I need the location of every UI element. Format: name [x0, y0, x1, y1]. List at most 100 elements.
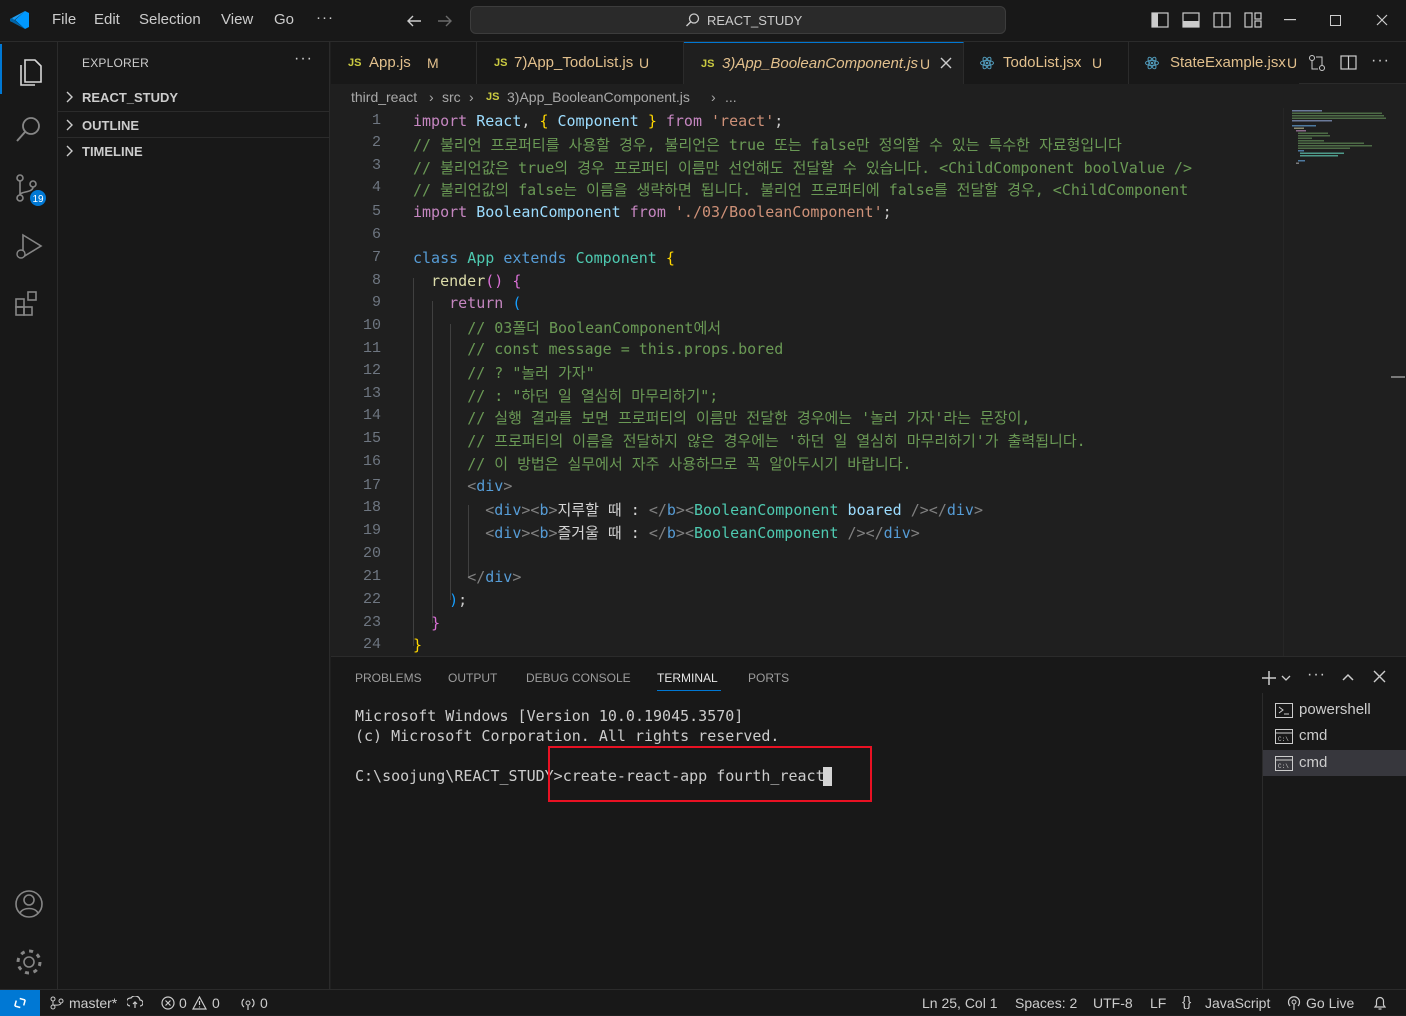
line-number: 22: [362, 591, 381, 608]
scrollbar-thumb[interactable]: [1391, 376, 1405, 378]
split-editor-icon[interactable]: [1340, 54, 1358, 72]
warning-count[interactable]: 0: [212, 995, 220, 1011]
menu-file[interactable]: File: [52, 11, 76, 28]
minimize-icon[interactable]: [1284, 19, 1296, 21]
tab-app-js[interactable]: JS App.js M: [331, 42, 477, 84]
code-line: }: [413, 636, 423, 654]
tab-label: StateExample.jsx: [1170, 54, 1286, 71]
tab-ports[interactable]: PORTS: [748, 671, 789, 685]
forward-arrow-icon[interactable]: [436, 13, 454, 29]
explorer-activity[interactable]: [0, 44, 58, 94]
tab-debug-console[interactable]: DEBUG CONSOLE: [526, 671, 631, 685]
extensions-icon: [15, 291, 37, 316]
code-line: // 실행 결과를 보면 프로퍼티의 이름만 전달한 경우에는 '놀러 가자'라…: [467, 409, 1031, 427]
source-control-icon: 19: [16, 174, 46, 206]
menu-selection[interactable]: Selection: [139, 11, 201, 28]
line-number: 21: [362, 568, 381, 585]
warning-icon: [192, 996, 207, 1010]
command-center-search[interactable]: REACT_STUDY: [470, 6, 1006, 34]
branch-name[interactable]: master*: [69, 995, 117, 1011]
tab-stateexample-jsx[interactable]: StateExample.jsx U: [1129, 42, 1299, 84]
tab-status: U: [1287, 55, 1298, 71]
remote-indicator[interactable]: [0, 990, 40, 1016]
accounts-activity[interactable]: [0, 876, 58, 926]
run-debug-icon: [16, 233, 43, 259]
extensions-activity[interactable]: [0, 276, 58, 326]
terminal-item-label: cmd: [1299, 754, 1328, 771]
section-react-study[interactable]: REACT_STUDY: [58, 84, 330, 110]
back-arrow-icon[interactable]: [405, 13, 423, 29]
line-number: 16: [362, 453, 381, 470]
new-terminal-icon[interactable]: [1260, 669, 1278, 687]
search-icon: [686, 13, 700, 27]
ports-count[interactable]: 0: [260, 995, 268, 1011]
line-number: 18: [362, 499, 381, 516]
encoding[interactable]: UTF-8: [1093, 995, 1133, 1011]
active-tab-underline: [657, 690, 721, 691]
chevron-right-icon: ›: [469, 89, 474, 105]
maximize-panel-icon[interactable]: [1341, 670, 1355, 684]
code-editor[interactable]: 1 2 3 4 5 6 7 8 9 10 11 12 13 14 15 16 17 18 19 20 21 22 23 24 …: [331, 108, 1406, 656]
more-menu-icon[interactable]: ···: [316, 9, 334, 26]
source-control-activity[interactable]: 19: [0, 160, 58, 210]
tab-output[interactable]: OUTPUT: [448, 671, 497, 685]
close-tab-icon[interactable]: [940, 57, 952, 69]
indentation[interactable]: Spaces: 2: [1015, 995, 1077, 1011]
run-debug-activity[interactable]: [0, 218, 58, 268]
line-number: 8: [371, 272, 381, 289]
search-activity[interactable]: [0, 102, 58, 152]
tab-terminal[interactable]: TERMINAL: [657, 671, 718, 685]
breadcrumb-folder[interactable]: src: [442, 89, 461, 105]
breadcrumb-file[interactable]: 3)App_BooleanComponent.js: [507, 89, 690, 105]
chevron-right-icon: ›: [429, 89, 434, 105]
bell-icon[interactable]: [1373, 995, 1387, 1011]
terminal-list: powershell C:\ cmd C:\ cmd: [1262, 693, 1406, 990]
views-more-icon[interactable]: ···: [294, 50, 313, 68]
remote-icon: [14, 997, 26, 1009]
terminal-item-cmd[interactable]: C:\ cmd: [1263, 723, 1406, 749]
code-line: import React, { Component } from 'react'…: [413, 112, 784, 130]
minimap[interactable]: [1283, 108, 1389, 656]
tab-app-todolist[interactable]: JS 7)App_TodoList.js U: [477, 42, 684, 84]
end-of-line[interactable]: LF: [1150, 995, 1166, 1011]
menu-go[interactable]: Go: [274, 11, 294, 28]
open-changes-icon[interactable]: [1308, 54, 1326, 72]
js-file-icon: JS: [701, 58, 715, 70]
tab-problems[interactable]: PROBLEMS: [355, 671, 422, 685]
terminal-item-cmd-active[interactable]: C:\ cmd: [1263, 750, 1406, 776]
manage-activity[interactable]: [0, 934, 58, 984]
menu-edit[interactable]: Edit: [94, 11, 120, 28]
line-number: 23: [362, 614, 381, 631]
chevron-down-icon[interactable]: [1281, 673, 1291, 683]
code-line: // const message = this.props.bored: [467, 340, 784, 358]
code-line: // 불리언값의 false는 이름을 생략하면 됩니다. 불리언 프로퍼티에 …: [413, 181, 1189, 199]
close-panel-icon[interactable]: [1373, 670, 1386, 683]
close-window-icon[interactable]: [1376, 14, 1388, 26]
section-timeline[interactable]: TIMELINE: [58, 137, 330, 163]
tab-status: U: [1092, 55, 1103, 71]
maximize-icon[interactable]: [1330, 15, 1341, 26]
sync-icon[interactable]: [127, 996, 143, 1010]
tab-status: U: [920, 56, 931, 72]
section-outline[interactable]: OUTLINE: [58, 111, 330, 137]
error-count[interactable]: 0: [179, 995, 187, 1011]
code-line: import BooleanComponent from './03/Boole…: [413, 203, 892, 221]
breadcrumb-folder[interactable]: third_react: [351, 89, 417, 105]
toggle-panel-icon[interactable]: [1182, 12, 1200, 28]
breadcrumb-symbols[interactable]: ...: [725, 89, 737, 105]
cursor-position[interactable]: Ln 25, Col 1: [922, 995, 998, 1011]
go-live-button[interactable]: Go Live: [1306, 995, 1354, 1011]
tab-todolist-jsx[interactable]: TodoList.jsx U: [964, 42, 1129, 84]
toggle-secondary-sidebar-icon[interactable]: [1213, 12, 1231, 28]
customize-layout-icon[interactable]: [1244, 12, 1262, 28]
tab-app-boolean-component[interactable]: JS 3)App_BooleanComponent.js U: [684, 42, 964, 85]
terminal-item-powershell[interactable]: powershell: [1263, 697, 1406, 723]
panel-more-icon[interactable]: ···: [1307, 666, 1326, 684]
code-line: class App extends Component {: [413, 249, 675, 267]
editor-more-icon[interactable]: ···: [1371, 52, 1390, 70]
language-mode[interactable]: JavaScript: [1205, 995, 1270, 1011]
line-number: 10: [362, 317, 381, 334]
toggle-primary-sidebar-icon[interactable]: [1151, 12, 1169, 28]
menu-view[interactable]: View: [221, 11, 253, 28]
line-number: 11: [362, 340, 381, 357]
